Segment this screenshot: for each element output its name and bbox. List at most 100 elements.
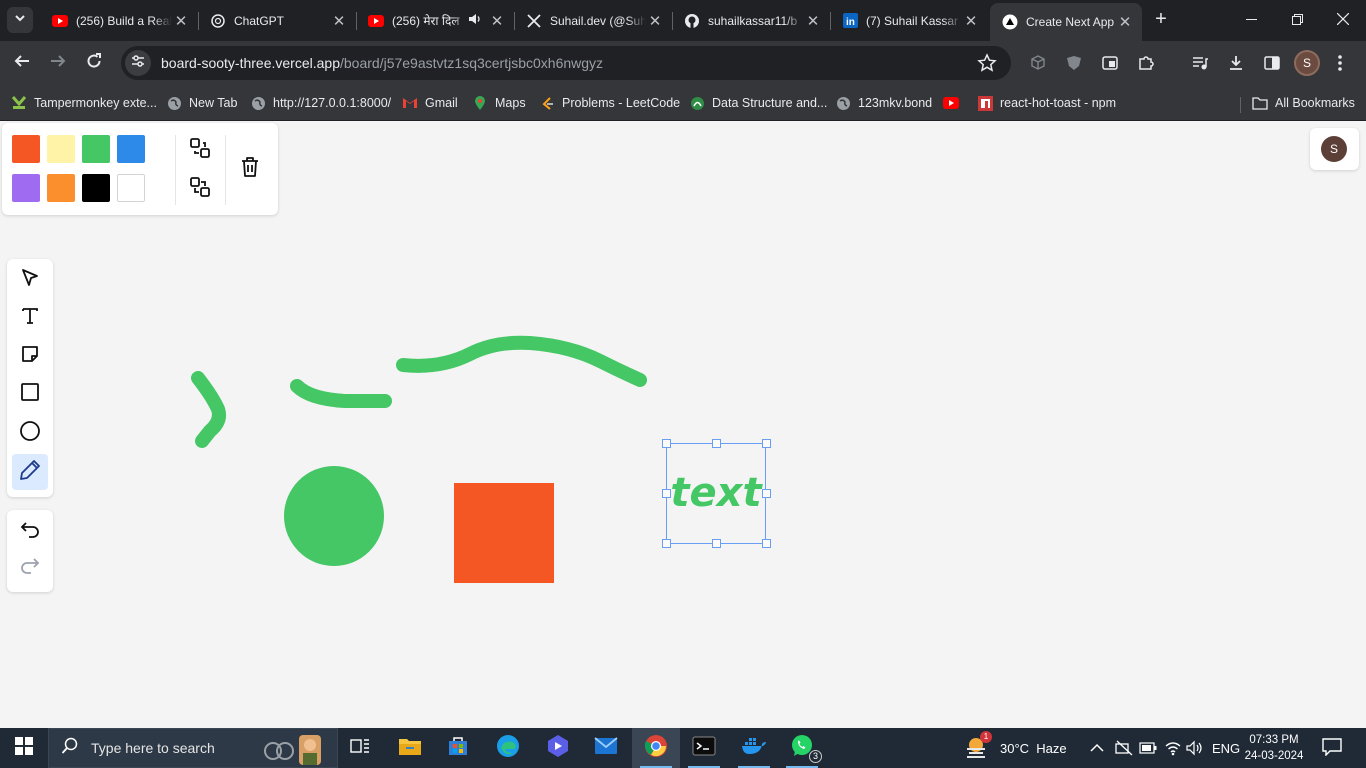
- color-swatch-white[interactable]: [117, 174, 145, 202]
- tab-linkedin[interactable]: in (7) Suhail Kassar ✕: [830, 3, 988, 38]
- color-swatch-green[interactable]: [82, 135, 110, 163]
- resize-handle-s[interactable]: [712, 539, 721, 548]
- bookmark-tampermonkey[interactable]: Tampermonkey exte...: [11, 91, 157, 115]
- tab-search-button[interactable]: [7, 7, 33, 33]
- profile-avatar[interactable]: S: [1294, 50, 1320, 76]
- bookmark-new-tab[interactable]: New Tab: [166, 91, 237, 115]
- more-vertical-icon[interactable]: [1328, 51, 1352, 75]
- extension-cube-icon[interactable]: [1026, 51, 1050, 75]
- battery-icon[interactable]: [1139, 728, 1157, 768]
- close-icon[interactable]: ✕: [1116, 13, 1134, 31]
- all-bookmarks-button[interactable]: All Bookmarks: [1252, 91, 1355, 115]
- rectangle-layer[interactable]: [454, 483, 554, 583]
- ellipse-layer[interactable]: [284, 466, 384, 566]
- chrome-button[interactable]: [632, 728, 680, 768]
- docker-button[interactable]: [730, 728, 778, 768]
- close-icon[interactable]: ✕: [488, 12, 506, 30]
- resize-handle-nw[interactable]: [662, 439, 671, 448]
- bookmark-react-hot-toast[interactable]: react-hot-toast - npm: [977, 91, 1116, 115]
- whatsapp-button[interactable]: 3: [778, 728, 826, 768]
- bookmark-leetcode[interactable]: Problems - LeetCode: [539, 91, 680, 115]
- pencil-stroke[interactable]: [290, 379, 392, 408]
- pencil-tool-button[interactable]: [12, 454, 48, 490]
- color-swatch-purple[interactable]: [12, 174, 40, 202]
- text-tool-button[interactable]: [12, 300, 48, 336]
- bookmark-gmail[interactable]: Gmail: [402, 91, 458, 115]
- forward-button[interactable]: [44, 49, 72, 77]
- terminal-button[interactable]: [680, 728, 728, 768]
- rectangle-tool-button[interactable]: [12, 376, 48, 412]
- resize-handle-se[interactable]: [762, 539, 771, 548]
- tab-x-profile[interactable]: Suhail.dev (@Suh ✕: [514, 3, 672, 38]
- notifications-button[interactable]: [1322, 728, 1342, 768]
- resize-handle-ne[interactable]: [762, 439, 771, 448]
- bring-to-front-button[interactable]: [184, 134, 216, 166]
- edge-button[interactable]: [484, 728, 532, 768]
- close-icon[interactable]: ✕: [330, 12, 348, 30]
- mail-button[interactable]: [582, 728, 630, 768]
- file-explorer-button[interactable]: [386, 728, 434, 768]
- redo-button[interactable]: [12, 550, 48, 586]
- task-view-button[interactable]: [336, 728, 384, 768]
- resize-handle-w[interactable]: [662, 489, 671, 498]
- bookmark-123mkv[interactable]: 123mkv.bond: [835, 91, 932, 115]
- start-button[interactable]: [0, 728, 48, 768]
- tab-youtube-build[interactable]: (256) Build a Real ✕: [40, 3, 198, 38]
- address-bar[interactable]: board-sooty-three.vercel.app/board/j57e9…: [121, 46, 1011, 80]
- speaker-icon[interactable]: [468, 12, 482, 29]
- media-control-icon[interactable]: [1188, 51, 1212, 75]
- restore-button[interactable]: [1274, 0, 1320, 40]
- clipchamp-button[interactable]: [534, 728, 582, 768]
- close-icon[interactable]: ✕: [646, 12, 664, 30]
- microsoft-store-button[interactable]: [434, 728, 482, 768]
- send-to-back-button[interactable]: [184, 173, 216, 205]
- new-tab-button[interactable]: +: [1150, 9, 1172, 31]
- bookmark-youtube[interactable]: [943, 91, 966, 115]
- star-icon[interactable]: [977, 53, 997, 73]
- color-swatch-black[interactable]: [82, 174, 110, 202]
- user-avatar[interactable]: S: [1321, 136, 1347, 162]
- minimize-button[interactable]: [1228, 0, 1274, 40]
- close-icon[interactable]: ✕: [962, 12, 980, 30]
- weather-widget[interactable]: 1 30°C Haze: [964, 728, 1067, 768]
- color-swatch-yellow[interactable]: [47, 135, 75, 163]
- bookmark-maps[interactable]: Maps: [472, 91, 526, 115]
- tab-create-next-app[interactable]: Create Next App ✕: [990, 3, 1142, 41]
- url-text[interactable]: board-sooty-three.vercel.app/board/j57e9…: [161, 55, 603, 71]
- bookmark-data-structure[interactable]: Data Structure and...: [689, 91, 827, 115]
- extensions-puzzle-icon[interactable]: [1134, 51, 1158, 75]
- select-tool-button[interactable]: [12, 262, 48, 298]
- taskbar-search[interactable]: Type here to search: [48, 728, 338, 768]
- pencil-stroke[interactable]: [191, 371, 226, 448]
- ellipse-tool-button[interactable]: [12, 415, 48, 451]
- tab-youtube-music[interactable]: (256) मेरा दिल ✕: [356, 3, 514, 38]
- wifi-icon[interactable]: [1164, 728, 1182, 768]
- tab-github[interactable]: suhailkassar11/b ✕: [672, 3, 830, 38]
- close-icon[interactable]: ✕: [172, 12, 190, 30]
- color-swatch-blue[interactable]: [117, 135, 145, 163]
- site-info-button[interactable]: [125, 50, 151, 76]
- bookmark-localhost[interactable]: http://127.0.0.1:8000/: [250, 91, 391, 115]
- volume-icon[interactable]: [1186, 728, 1204, 768]
- clock[interactable]: 07:33 PM 24-03-2024: [1240, 732, 1308, 764]
- resize-handle-sw[interactable]: [662, 539, 671, 548]
- delete-button[interactable]: [234, 153, 266, 185]
- extension-window-icon[interactable]: [1098, 51, 1122, 75]
- selection-box[interactable]: [662, 439, 771, 548]
- undo-button[interactable]: [12, 514, 48, 550]
- color-swatch-red[interactable]: [12, 135, 40, 163]
- board-canvas[interactable]: text S: [0, 121, 1366, 728]
- language-indicator[interactable]: ENG: [1212, 728, 1240, 768]
- network-off-icon[interactable]: [1115, 728, 1133, 768]
- resize-handle-n[interactable]: [712, 439, 721, 448]
- back-button[interactable]: [8, 49, 36, 77]
- color-swatch-orange[interactable]: [47, 174, 75, 202]
- reload-button[interactable]: [80, 49, 108, 77]
- close-window-button[interactable]: [1320, 0, 1366, 40]
- sticky-note-tool-button[interactable]: [12, 338, 48, 374]
- pencil-stroke[interactable]: [396, 335, 647, 387]
- side-panel-icon[interactable]: [1260, 51, 1284, 75]
- show-hidden-icons-button[interactable]: [1090, 728, 1104, 768]
- resize-handle-e[interactable]: [762, 489, 771, 498]
- download-icon[interactable]: [1224, 51, 1248, 75]
